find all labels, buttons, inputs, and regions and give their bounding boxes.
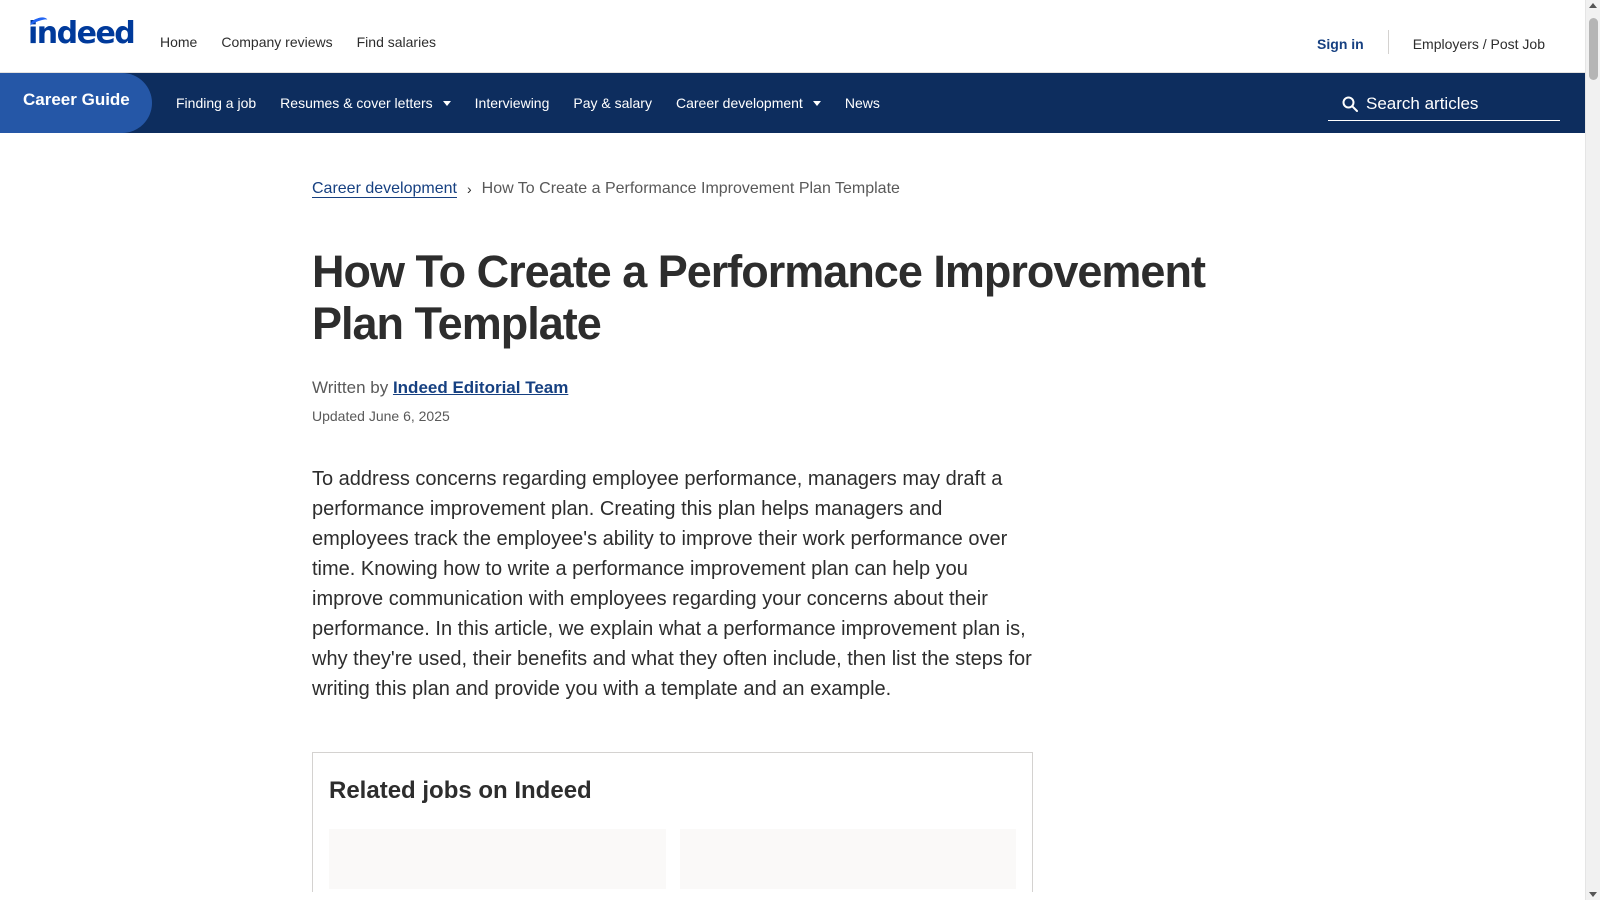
indeed-logo[interactable]: indeed bbox=[28, 15, 136, 51]
menu-label: Pay & salary bbox=[573, 95, 652, 111]
career-guide-menu: Finding a job Resumes & cover letters In… bbox=[176, 73, 880, 133]
scrollbar-thumb[interactable] bbox=[1589, 18, 1598, 80]
article-intro: To address concerns regarding employee p… bbox=[312, 468, 1032, 700]
related-jobs-heading: Related jobs on Indeed bbox=[329, 777, 592, 804]
related-job-card[interactable] bbox=[679, 829, 1016, 889]
written-by-label: Written by bbox=[312, 378, 389, 397]
career-guide-nav: Career Guide Finding a job Resumes & cov… bbox=[0, 73, 1585, 133]
caret-down-icon bbox=[442, 100, 451, 106]
nav-company-reviews-link[interactable]: Company reviews bbox=[221, 34, 332, 50]
sign-in-link[interactable]: Sign in bbox=[1317, 36, 1388, 52]
menu-label: Finding a job bbox=[176, 95, 257, 111]
menu-label: Resumes & cover letters bbox=[280, 95, 433, 111]
related-job-card[interactable] bbox=[329, 829, 666, 889]
search-articles-input[interactable] bbox=[1366, 93, 1546, 114]
search-articles bbox=[1328, 87, 1560, 121]
breadcrumb-current: How To Create a Performance Improvement … bbox=[481, 180, 900, 197]
byline: Written by Indeed Editorial Team bbox=[312, 378, 1212, 398]
menu-label: Interviewing bbox=[474, 95, 550, 111]
article-title: How To Create a Performance Improvement … bbox=[312, 246, 1206, 349]
nav-home-link[interactable]: Home bbox=[160, 34, 197, 50]
menu-career-development[interactable]: Career development bbox=[676, 95, 821, 111]
menu-resumes-cover-letters[interactable]: Resumes & cover letters bbox=[280, 95, 451, 111]
menu-label: News bbox=[844, 95, 880, 111]
related-jobs-card: Related jobs on Indeed bbox=[312, 752, 1033, 892]
related-job-list bbox=[329, 829, 1016, 889]
menu-pay-salary[interactable]: Pay & salary bbox=[573, 95, 652, 111]
search-icon bbox=[1342, 96, 1358, 112]
page-scrollbar[interactable] bbox=[1585, 0, 1600, 900]
caret-down-icon bbox=[812, 100, 821, 106]
updated-date: Updated June 6, 2025 bbox=[312, 408, 450, 424]
author-link[interactable]: Indeed Editorial Team bbox=[393, 378, 568, 397]
scroll-down-arrow-icon[interactable] bbox=[1589, 892, 1597, 897]
chevron-right-icon: › bbox=[466, 181, 472, 197]
nav-find-salaries-link[interactable]: Find salaries bbox=[357, 34, 436, 50]
header-actions: Sign in Employers / Post Job bbox=[1317, 30, 1545, 54]
employers-post-job-link[interactable]: Employers / Post Job bbox=[1413, 36, 1545, 52]
article-content: Career development › How To Create a Per… bbox=[312, 180, 1212, 892]
scroll-up-arrow-icon[interactable] bbox=[1589, 3, 1597, 8]
top-header: indeed Home Company reviews Find salarie… bbox=[0, 0, 1585, 73]
breadcrumb-career-development[interactable]: Career development bbox=[312, 180, 457, 198]
top-nav: Home Company reviews Find salaries bbox=[160, 34, 436, 50]
career-guide-tab[interactable]: Career Guide bbox=[0, 73, 152, 133]
menu-label: Career development bbox=[675, 95, 803, 111]
header-divider bbox=[1387, 30, 1389, 54]
breadcrumb: Career development › How To Create a Per… bbox=[312, 180, 1212, 198]
menu-news[interactable]: News bbox=[845, 95, 880, 111]
menu-finding-a-job[interactable]: Finding a job bbox=[176, 95, 256, 111]
menu-interviewing[interactable]: Interviewing bbox=[475, 95, 550, 111]
